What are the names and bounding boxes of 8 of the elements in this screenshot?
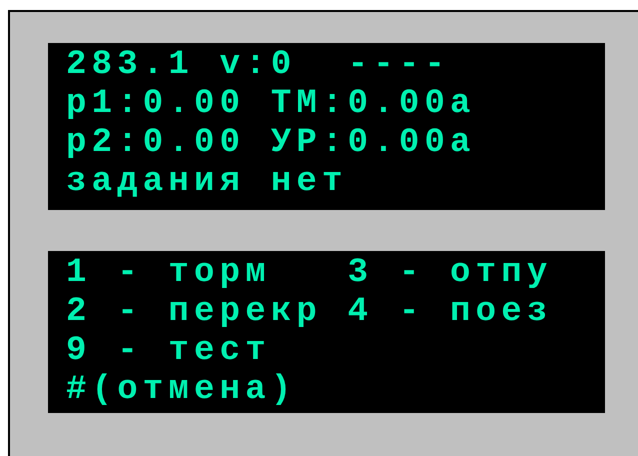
- lcd-line: #(отмена): [66, 371, 296, 410]
- lcd-line: 283.1 v:0 ----: [66, 46, 450, 85]
- lcd-line: 2 - перекр 4 - поез: [66, 293, 552, 332]
- lcd-line: задания нет: [66, 163, 348, 202]
- lcd-line: 9 - тест: [66, 332, 271, 371]
- lcd-line: p1:0.00 ТМ:0.00a: [66, 85, 476, 124]
- lcd-line: 1 - торм 3 - отпу: [66, 254, 552, 293]
- lcd-line: p2:0.00 УР:0.00a: [66, 124, 476, 163]
